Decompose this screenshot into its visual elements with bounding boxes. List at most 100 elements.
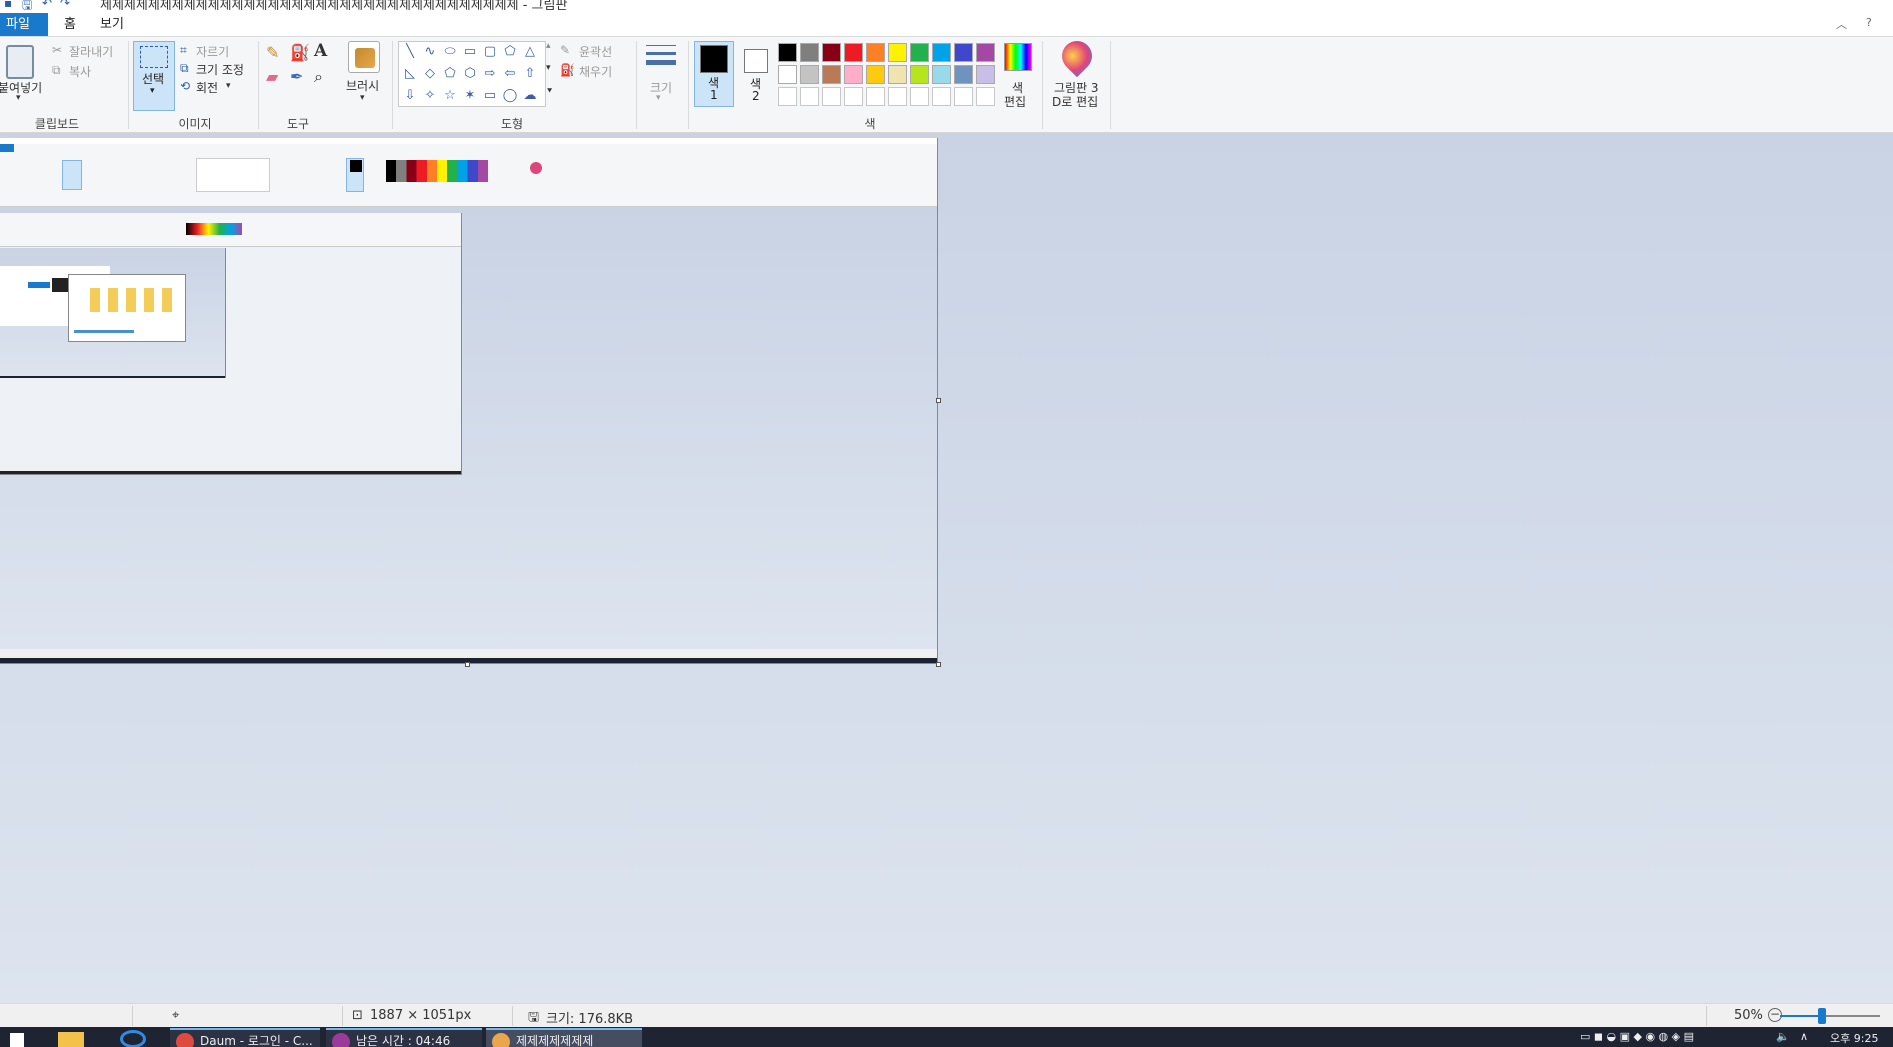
fill-shape-icon[interactable]: ⛽ bbox=[560, 63, 575, 77]
resize-handle-right[interactable] bbox=[936, 398, 941, 403]
color-picker-icon[interactable]: ✒ bbox=[290, 67, 303, 86]
custom-color-slot[interactable] bbox=[800, 87, 819, 106]
tab-file[interactable]: 파일 bbox=[0, 13, 48, 36]
paste-icon[interactable] bbox=[6, 45, 34, 79]
brush-icon[interactable] bbox=[348, 41, 380, 73]
rotate-dropdown-icon[interactable]: ▾ bbox=[226, 81, 231, 91]
palette-color[interactable] bbox=[822, 65, 841, 84]
rotate-button[interactable]: 회전 bbox=[196, 79, 218, 96]
shape-rounded-rectangle[interactable]: ▢ bbox=[481, 44, 499, 60]
copy-icon[interactable]: ⧉ bbox=[52, 63, 61, 78]
palette-color[interactable] bbox=[844, 65, 863, 84]
zoom-slider[interactable] bbox=[1780, 1008, 1880, 1024]
taskbar-item-paint[interactable]: 제제제제제제제 bbox=[486, 1028, 642, 1047]
shapes-scroll-down-icon[interactable]: ▾ bbox=[546, 63, 551, 73]
paste-dropdown-icon[interactable]: ▾ bbox=[16, 93, 21, 103]
color2-button[interactable]: 색 2 bbox=[742, 41, 778, 107]
palette-color[interactable] bbox=[778, 65, 797, 84]
shape-triangle[interactable]: △ bbox=[521, 44, 539, 60]
tab-home[interactable]: 홈 bbox=[50, 13, 90, 36]
size-button[interactable]: 크기 bbox=[650, 79, 672, 96]
resize-button[interactable]: 크기 조정 bbox=[196, 61, 244, 78]
shape-line[interactable]: ╲ bbox=[401, 44, 419, 60]
shape-left-arrow[interactable]: ⇦ bbox=[501, 66, 519, 82]
custom-color-slot[interactable] bbox=[822, 87, 841, 106]
shapes-scroll-up-icon[interactable]: ▴ bbox=[546, 41, 551, 51]
magnifier-icon[interactable]: ⌕ bbox=[314, 67, 323, 87]
palette-color[interactable] bbox=[910, 65, 929, 84]
fill-icon[interactable]: ⛽ bbox=[290, 43, 310, 62]
undo-icon[interactable]: ↶ bbox=[42, 0, 52, 10]
taskbar-item-chrome[interactable]: Daum - 로그인 - C... bbox=[170, 1028, 320, 1047]
start-icon[interactable] bbox=[10, 1033, 24, 1047]
palette-color[interactable] bbox=[976, 65, 995, 84]
palette-color[interactable] bbox=[800, 43, 819, 62]
resize-handle-bottom[interactable] bbox=[465, 662, 470, 667]
palette-color[interactable] bbox=[954, 43, 973, 62]
shape-pentagon[interactable]: ⬠ bbox=[441, 66, 459, 82]
save-quick-icon[interactable]: 🖫 bbox=[22, 0, 32, 10]
custom-color-slot[interactable] bbox=[976, 87, 995, 106]
palette-color[interactable] bbox=[866, 65, 885, 84]
brush-button[interactable]: 브러시 bbox=[346, 77, 379, 94]
palette-color[interactable] bbox=[910, 43, 929, 62]
palette-color[interactable] bbox=[778, 43, 797, 62]
shape-oval[interactable]: ⬭ bbox=[441, 44, 459, 60]
custom-color-slot[interactable] bbox=[954, 87, 973, 106]
file-explorer-icon[interactable] bbox=[58, 1032, 84, 1047]
shape-right-triangle[interactable]: ◺ bbox=[401, 66, 419, 82]
palette-color[interactable] bbox=[888, 65, 907, 84]
custom-color-slot[interactable] bbox=[866, 87, 885, 106]
pencil-icon[interactable]: ✎ bbox=[266, 43, 279, 62]
custom-color-slot[interactable] bbox=[844, 87, 863, 106]
tab-view[interactable]: 보기 bbox=[86, 13, 138, 36]
rotate-icon[interactable]: ⟲ bbox=[180, 79, 190, 93]
palette-color[interactable] bbox=[866, 43, 885, 62]
shape-callout-rect[interactable]: ▭ bbox=[481, 88, 499, 104]
crop-button[interactable]: 자르기 bbox=[196, 43, 229, 60]
taskbar-item-timer[interactable]: 남은 시간 : 04:46 bbox=[326, 1028, 482, 1047]
cut-button[interactable]: 잘라내기 bbox=[69, 43, 113, 60]
redo-icon[interactable]: ↷ bbox=[60, 0, 70, 10]
palette-color[interactable] bbox=[932, 65, 951, 84]
custom-color-slot[interactable] bbox=[910, 87, 929, 106]
zoom-slider-thumb[interactable] bbox=[1818, 1008, 1826, 1024]
palette-color[interactable] bbox=[976, 43, 995, 62]
canvas-area[interactable] bbox=[0, 133, 1893, 1003]
tray-icons[interactable]: ▭ ◼ ◒ ▣ ◆ ◉ ◍ ◈ ▤ bbox=[1580, 1030, 1694, 1043]
shapes-gallery[interactable]: ╲ ∿ ⬭ ▭ ▢ ⬠ △ ◺ ◇ ⬠ ⬡ ⇨ ⇦ ⇧ ⇩ ✧ ☆ ✶ ▭ ◯ … bbox=[398, 41, 546, 107]
shape-diamond[interactable]: ◇ bbox=[421, 66, 439, 82]
palette-color[interactable] bbox=[800, 65, 819, 84]
help-icon[interactable]: ? bbox=[1866, 16, 1872, 29]
size-icon[interactable] bbox=[646, 45, 676, 73]
crop-icon[interactable]: ⌗ bbox=[180, 43, 187, 58]
outline-button[interactable]: 윤곽선 bbox=[579, 43, 612, 60]
volume-icon[interactable]: 🔈 bbox=[1776, 1030, 1790, 1043]
shapes-expand-icon[interactable]: ⯆ bbox=[546, 87, 553, 97]
custom-color-slot[interactable] bbox=[778, 87, 797, 106]
shape-callout-oval[interactable]: ◯ bbox=[501, 88, 519, 104]
text-icon[interactable]: A bbox=[314, 41, 327, 61]
brush-dropdown-icon[interactable]: ▾ bbox=[360, 93, 365, 103]
shape-polygon[interactable]: ⬠ bbox=[501, 44, 519, 60]
custom-color-slot[interactable] bbox=[932, 87, 951, 106]
color1-button[interactable]: 색 1 bbox=[694, 41, 734, 107]
edit-colors-icon[interactable] bbox=[1004, 43, 1032, 71]
paste-button[interactable]: 붙여넣기 bbox=[0, 79, 42, 96]
edit-colors-label-b[interactable]: 편집 bbox=[1004, 93, 1026, 110]
outline-icon[interactable]: ✎ bbox=[560, 43, 570, 57]
palette-color[interactable] bbox=[844, 43, 863, 62]
palette-color[interactable] bbox=[888, 43, 907, 62]
save-icon[interactable]: ▪ bbox=[4, 0, 12, 10]
resize-icon[interactable]: ⧉ bbox=[180, 61, 189, 76]
shape-six-point-star[interactable]: ✶ bbox=[461, 88, 479, 104]
fill-shape-button[interactable]: 채우기 bbox=[579, 63, 612, 80]
shape-callout-cloud[interactable]: ☁ bbox=[521, 88, 539, 104]
palette-color[interactable] bbox=[932, 43, 951, 62]
network-icon[interactable]: ∧ bbox=[1800, 1030, 1808, 1043]
palette-color[interactable] bbox=[954, 65, 973, 84]
shape-four-point-star[interactable]: ✧ bbox=[421, 88, 439, 104]
palette-color[interactable] bbox=[822, 43, 841, 62]
custom-color-slot[interactable] bbox=[888, 87, 907, 106]
clock[interactable]: 오후 9:25 bbox=[1830, 1030, 1878, 1046]
